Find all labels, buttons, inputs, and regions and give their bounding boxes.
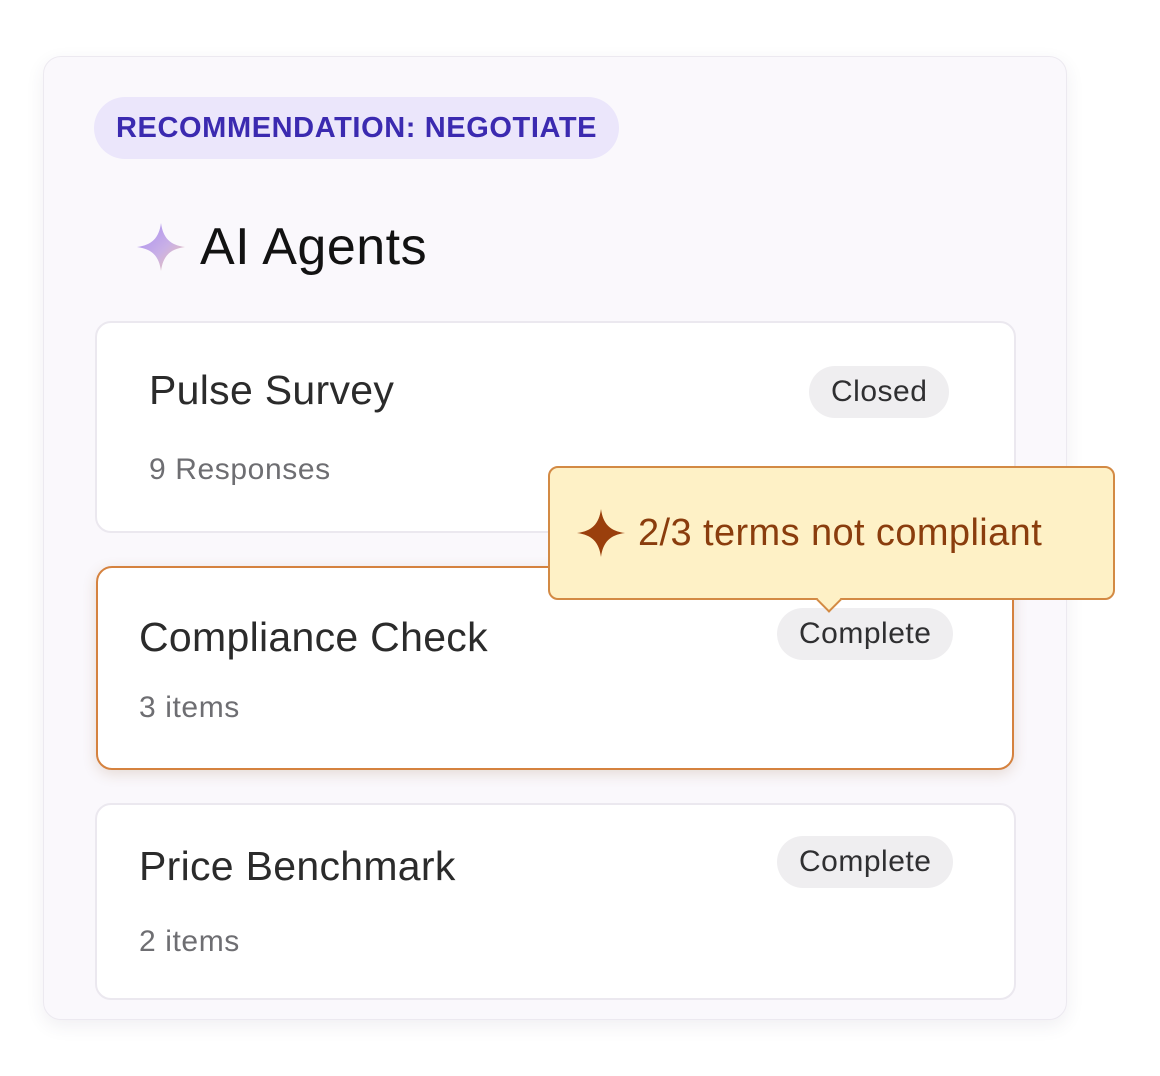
status-badge: Closed — [809, 366, 950, 418]
status-badge: Complete — [777, 608, 954, 660]
agent-card-title: Pulse Survey — [149, 367, 395, 413]
agent-card-title: Compliance Check — [139, 614, 488, 660]
sparkle-icon — [137, 223, 185, 271]
compliance-tooltip: 2/3 terms not compliant — [548, 466, 1115, 613]
recommendation-label: RECOMMENDATION: NEGOTIATE — [116, 111, 598, 144]
agent-card-subtitle: 3 items — [139, 691, 240, 724]
agent-card-title: Price Benchmark — [139, 843, 456, 889]
tooltip-text: 2/3 terms not compliant — [638, 511, 1043, 554]
agent-card-price-benchmark[interactable]: Price Benchmark 2 items Complete — [95, 803, 1016, 1000]
status-badge: Complete — [777, 836, 954, 888]
agent-card-subtitle: 9 Responses — [149, 453, 331, 486]
section-header: AI Agents — [136, 212, 427, 282]
sparkle-icon — [577, 509, 625, 557]
section-title: AI Agents — [200, 218, 428, 276]
agent-card-subtitle: 2 items — [139, 925, 240, 958]
recommendation-badge: RECOMMENDATION: NEGOTIATE — [94, 97, 620, 159]
